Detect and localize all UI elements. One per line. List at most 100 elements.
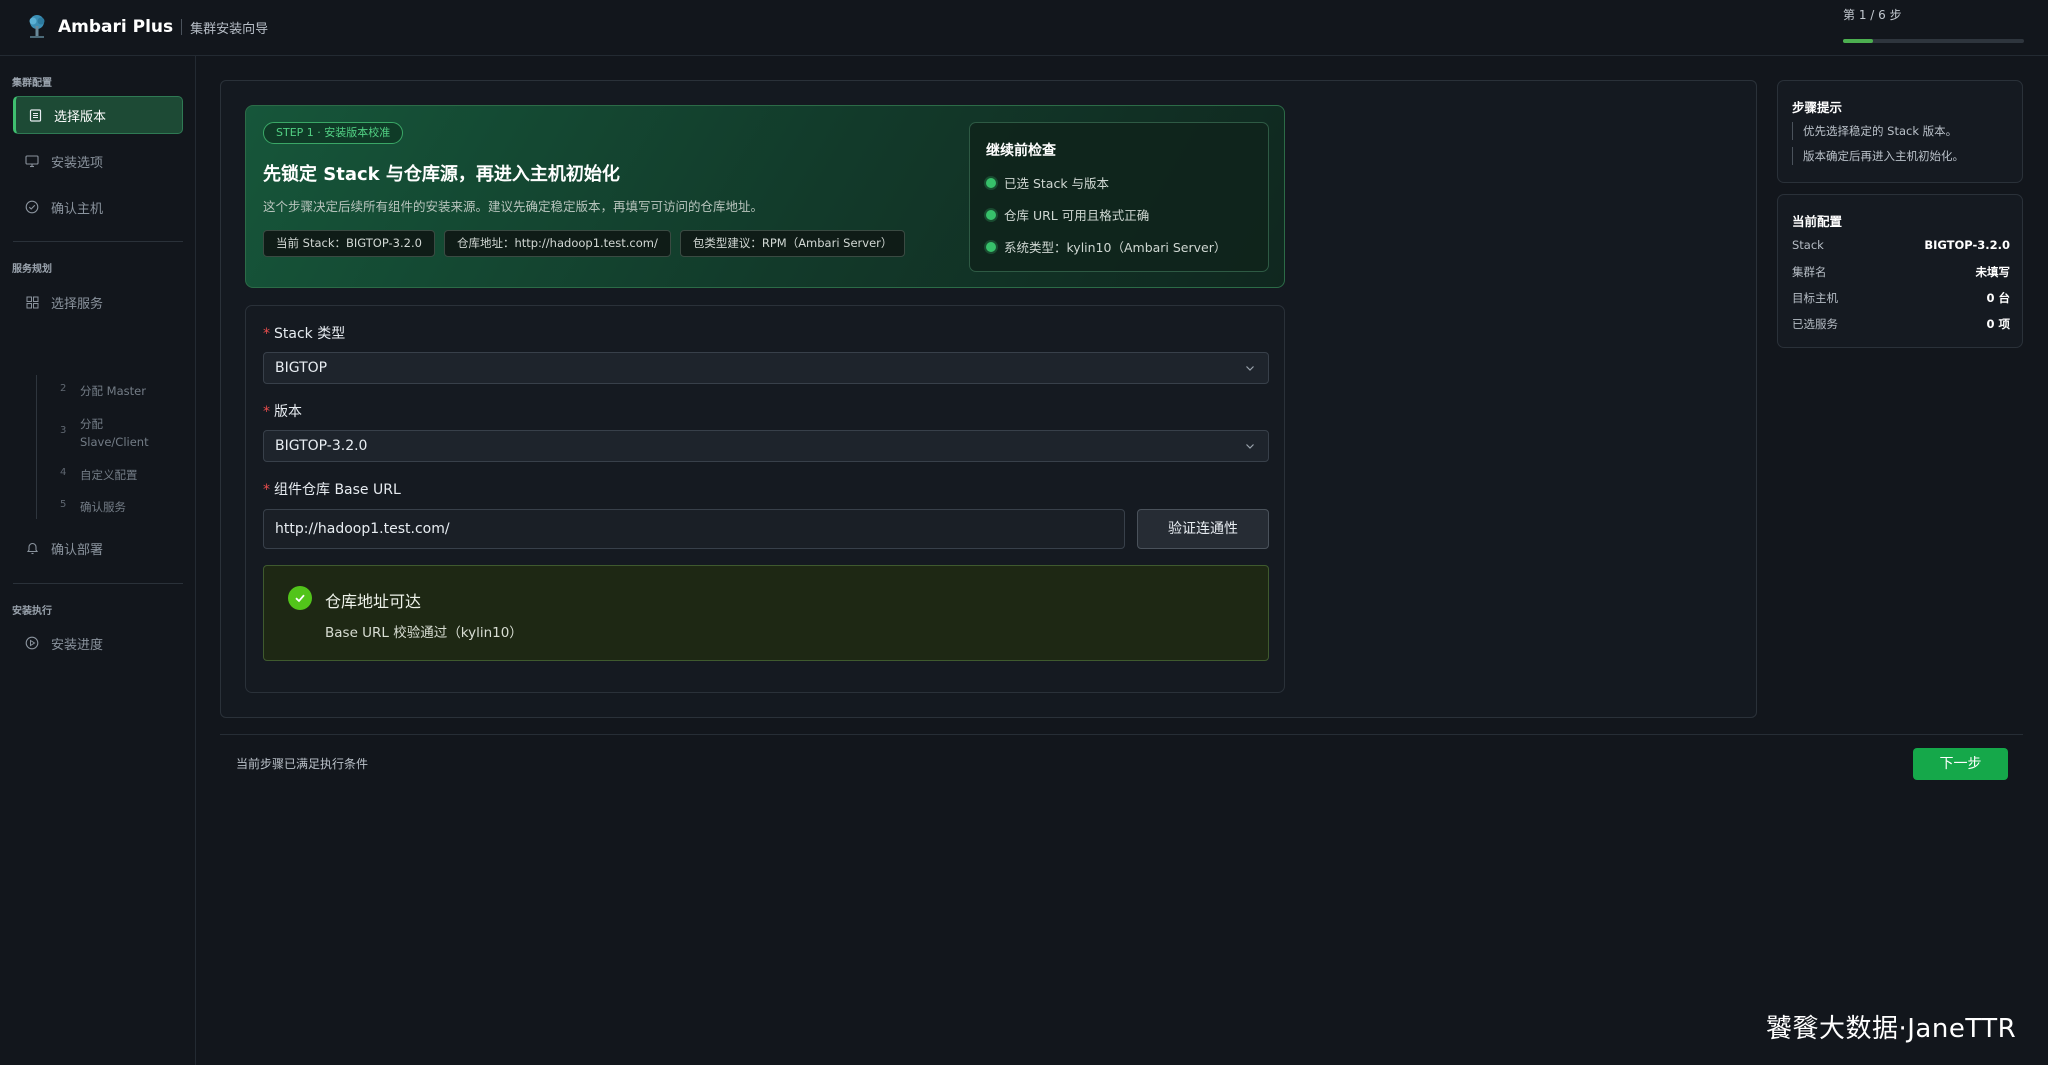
top-bar: Ambari Plus 集群安装向导 第 1 / 6 步 bbox=[0, 0, 2048, 56]
chip-repo-address: 仓库地址：http://hadoop1.test.com/ bbox=[443, 230, 671, 257]
config-value: 未填写 bbox=[1975, 265, 2011, 279]
alert-title: 仓库地址可达 bbox=[325, 592, 422, 611]
sub-step-number: 2 bbox=[60, 383, 67, 394]
check-circle-icon bbox=[25, 200, 39, 214]
sub-step-number: 5 bbox=[60, 499, 67, 510]
sub-step-assign-master[interactable]: 2 分配 Master bbox=[60, 382, 146, 400]
base-url-label: * 组件仓库 Base URL bbox=[263, 479, 401, 499]
chevron-down-icon bbox=[1246, 366, 1254, 371]
footer-status: 当前步骤已满足执行条件 bbox=[236, 757, 369, 771]
config-value: 0 台 bbox=[1986, 291, 2010, 305]
alert-description: Base URL 校验通过（kylin10） bbox=[325, 625, 523, 641]
check-item: 已选 Stack 与版本 bbox=[986, 173, 1109, 192]
config-value: BIGTOP-3.2.0 bbox=[1924, 238, 2010, 252]
footer-divider bbox=[220, 734, 2023, 735]
hero-description: 这个步骤决定后续所有组件的安装来源。建议先确定稳定版本，再填写可访问的仓库地址。 bbox=[263, 199, 764, 214]
list-icon bbox=[28, 108, 42, 122]
watermark: 饕餮大数据·JaneTTR bbox=[1766, 1014, 2017, 1044]
sidebar-item-confirm-deploy[interactable]: 确认部署 bbox=[13, 529, 183, 567]
sidebar-item-select-version[interactable]: 选择版本 bbox=[13, 96, 183, 134]
hero-chips: 当前 Stack：BIGTOP-3.2.0 仓库地址：http://hadoop… bbox=[263, 230, 906, 257]
step-progress-track bbox=[1843, 39, 2024, 43]
brand-divider bbox=[181, 19, 183, 35]
precheck-title: 继续前检查 bbox=[986, 143, 1056, 159]
base-url-input[interactable]: http://hadoop1.test.com/ bbox=[263, 509, 1125, 549]
brand[interactable]: Ambari Plus 集群安装向导 bbox=[26, 14, 268, 40]
sidebar-item-label: 选择版本 bbox=[54, 109, 107, 125]
app-subtitle: 集群安装向导 bbox=[190, 21, 269, 37]
bell-icon bbox=[25, 541, 39, 555]
sub-step-label: 分配 Slave/Client bbox=[80, 417, 149, 449]
check-item-label: 仓库 URL 可用且格式正确 bbox=[1004, 208, 1150, 223]
config-key: 集群名 bbox=[1792, 265, 1827, 279]
sidebar-divider bbox=[13, 583, 183, 584]
stack-type-select[interactable]: BIGTOP bbox=[263, 352, 1269, 384]
grid-icon bbox=[25, 295, 39, 309]
play-circle-icon bbox=[25, 636, 39, 650]
section-title-install-execution: 安装执行 bbox=[12, 606, 52, 617]
sidebar-item-install-options[interactable]: 安装选项 bbox=[13, 142, 183, 180]
sub-step-custom-config[interactable]: 4 自定义配置 bbox=[60, 466, 138, 484]
app-name: Ambari Plus bbox=[58, 17, 174, 37]
sub-step-confirm-services[interactable]: 5 确认服务 bbox=[60, 498, 126, 516]
version-select[interactable]: BIGTOP-3.2.0 bbox=[263, 430, 1269, 462]
verify-connectivity-button[interactable]: 验证连通性 bbox=[1137, 509, 1269, 549]
config-value: 0 项 bbox=[1986, 317, 2010, 331]
precheck-card: 继续前检查 已选 Stack 与版本 仓库 URL 可用且格式正确 系统类型：k… bbox=[969, 122, 1269, 272]
config-row: 已选服务 0 项 bbox=[1792, 316, 2010, 332]
sidebar-item-label: 确认主机 bbox=[51, 201, 104, 217]
repo-reachable-alert: 仓库地址可达 Base URL 校验通过（kylin10） bbox=[263, 565, 1269, 661]
sidebar-item-label: 安装进度 bbox=[51, 637, 104, 653]
step-indicator: 第 1 / 6 步 bbox=[1843, 6, 2024, 43]
config-key: Stack bbox=[1792, 238, 1824, 252]
sub-step-line bbox=[36, 375, 37, 519]
sub-step-label: 自定义配置 bbox=[80, 468, 138, 482]
required-marker: * bbox=[263, 404, 270, 420]
check-item-label: 已选 Stack 与版本 bbox=[1004, 176, 1110, 191]
sidebar: 集群配置 选择版本 安装选项 确认主机 服务规划 选择服务 2 分配 Maste… bbox=[0, 56, 196, 1065]
chip-current-stack: 当前 Stack：BIGTOP-3.2.0 bbox=[263, 230, 435, 257]
status-dot-icon bbox=[986, 177, 996, 188]
sub-step-number: 4 bbox=[60, 467, 67, 478]
chip-package-type: 包类型建议：RPM（Ambari Server） bbox=[679, 230, 906, 257]
version-label-text: 版本 bbox=[274, 404, 302, 420]
tip-item: 优先选择稳定的 Stack 版本。 bbox=[1792, 122, 1957, 140]
base-url-label-text: 组件仓库 Base URL bbox=[274, 482, 401, 498]
section-title-cluster-config: 集群配置 bbox=[12, 78, 52, 89]
check-item: 系统类型：kylin10（Ambari Server） bbox=[986, 237, 1226, 256]
section-title-service-planning: 服务规划 bbox=[12, 264, 52, 275]
step-badge: STEP 1 · 安装版本校准 bbox=[263, 122, 404, 144]
config-row: 目标主机 0 台 bbox=[1792, 290, 2010, 306]
step-counter: 第 1 / 6 步 bbox=[1843, 8, 1902, 22]
sub-step-number: 3 bbox=[60, 425, 67, 436]
sidebar-item-select-services[interactable]: 选择服务 bbox=[13, 283, 183, 321]
status-dot-icon bbox=[986, 241, 996, 252]
hero-banner: STEP 1 · 安装版本校准 先锁定 Stack 与仓库源，再进入主机初始化 … bbox=[245, 105, 1285, 288]
tree-logo-icon bbox=[29, 15, 45, 38]
sidebar-item-label: 选择服务 bbox=[51, 296, 104, 312]
version-value: BIGTOP-3.2.0 bbox=[275, 438, 368, 454]
sub-step-assign-slave-client[interactable]: 3 分配 Slave/Client bbox=[60, 415, 160, 451]
sub-step-label: 分配 Master bbox=[80, 384, 146, 398]
monitor-icon bbox=[25, 154, 39, 168]
config-key: 目标主机 bbox=[1792, 291, 1838, 305]
check-icon bbox=[288, 586, 312, 610]
check-item-label: 系统类型：kylin10（Ambari Server） bbox=[1004, 240, 1227, 255]
step-progress-fill bbox=[1843, 39, 1874, 43]
step-tips-card: 步骤提示 优先选择稳定的 Stack 版本。 版本确定后再进入主机初始化。 bbox=[1777, 80, 2023, 183]
check-item: 仓库 URL 可用且格式正确 bbox=[986, 205, 1149, 224]
sidebar-item-label: 安装选项 bbox=[51, 155, 104, 171]
stack-type-label-text: Stack 类型 bbox=[274, 326, 346, 342]
config-key: 已选服务 bbox=[1792, 317, 1838, 331]
sidebar-item-confirm-hosts[interactable]: 确认主机 bbox=[13, 188, 183, 226]
sidebar-item-install-progress[interactable]: 安装进度 bbox=[13, 624, 183, 662]
next-step-button[interactable]: 下一步 bbox=[1913, 748, 2008, 780]
status-dot-icon bbox=[986, 209, 996, 220]
config-row: Stack BIGTOP-3.2.0 bbox=[1792, 238, 2010, 252]
version-label: * 版本 bbox=[263, 401, 302, 421]
sidebar-item-label: 确认部署 bbox=[51, 542, 104, 558]
tip-item: 版本确定后再进入主机初始化。 bbox=[1792, 147, 1964, 165]
stack-type-label: * Stack 类型 bbox=[263, 323, 345, 343]
chevron-down-icon bbox=[1246, 444, 1254, 449]
version-form: * Stack 类型 BIGTOP * 版本 BIGTOP-3.2.0 * 组件仓库 … bbox=[245, 305, 1285, 693]
